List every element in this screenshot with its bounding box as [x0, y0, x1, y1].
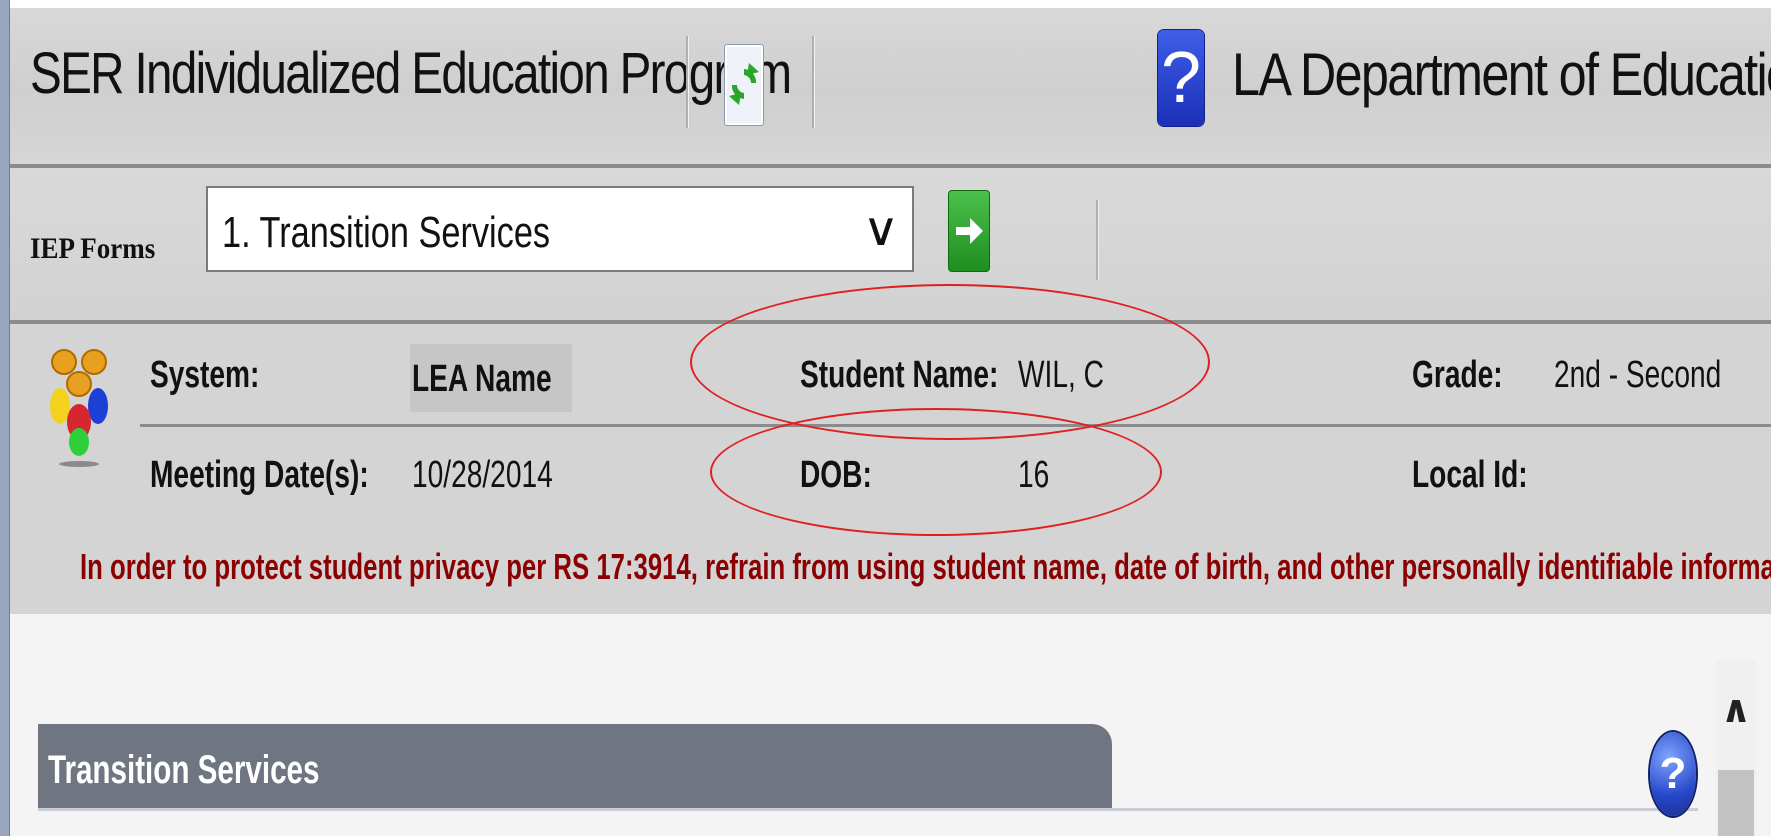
section-title: Transition Services	[48, 748, 320, 792]
selected-form-text: 1. Transition Services	[222, 208, 551, 257]
privacy-notice: In order to protect student privacy per …	[80, 546, 1771, 587]
scroll-up-arrow-icon[interactable]: ∧	[1716, 688, 1756, 732]
go-arrow-icon	[956, 218, 983, 244]
meeting-date-label: Meeting Date(s):	[150, 454, 369, 496]
grade-label: Grade:	[1412, 354, 1503, 396]
system-label: System:	[150, 354, 260, 396]
people-icon	[48, 344, 110, 473]
help-icon[interactable]: ?	[1158, 30, 1204, 126]
info-row-separator	[140, 424, 1771, 427]
section-help-icon[interactable]: ?	[1650, 732, 1696, 816]
app-title: SER Individualized Education Program	[30, 41, 792, 106]
dob-label: DOB:	[800, 454, 872, 496]
iep-forms-select[interactable]: 1. Transition Services ∨	[206, 186, 914, 272]
forms-divider	[1096, 200, 1099, 280]
header-divider	[686, 36, 689, 128]
dob-value: 16	[1018, 454, 1050, 496]
meeting-date-value: 10/28/2014	[412, 454, 553, 496]
refresh-arrows-icon	[729, 63, 759, 105]
student-name-label: Student Name:	[800, 354, 999, 396]
system-value: LEA Name	[412, 358, 552, 400]
header-divider	[812, 36, 815, 128]
section-underline	[38, 808, 1698, 811]
iep-forms-label: IEP Forms	[30, 232, 156, 265]
iep-app: SER Individualized Education Program ? L…	[0, 0, 1771, 836]
scrollbar-thumb[interactable]	[1718, 770, 1754, 836]
org-title: LA Department of Education	[1232, 41, 1771, 108]
local-id-label: Local Id:	[1412, 454, 1528, 496]
chevron-down-icon: ∨	[862, 203, 900, 255]
go-button[interactable]	[948, 190, 990, 272]
window-left-edge	[0, 0, 10, 836]
grade-value: 2nd - Second	[1554, 354, 1722, 396]
refresh-icon[interactable]	[724, 44, 764, 126]
student-name-value: WIL, C	[1018, 354, 1104, 396]
